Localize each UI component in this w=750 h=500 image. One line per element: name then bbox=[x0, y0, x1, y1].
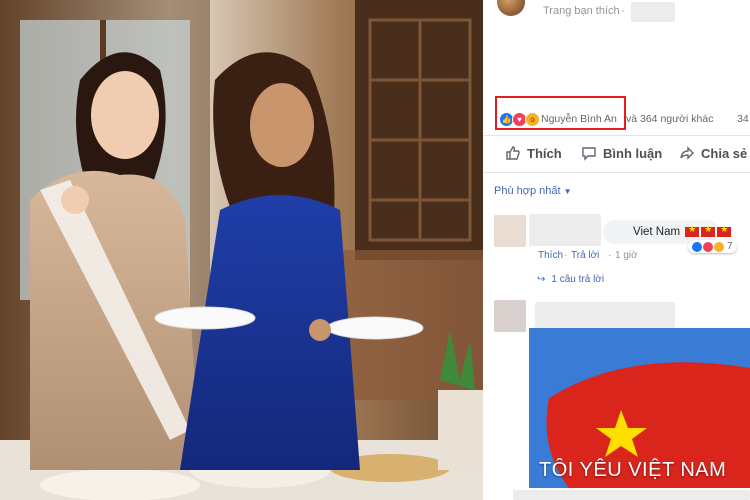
image-caption: TÔI YÊU VIỆT NAM bbox=[539, 459, 727, 481]
angry-reaction-icon bbox=[714, 241, 724, 252]
view-replies-label: 1 câu trả lời bbox=[551, 274, 605, 285]
event-photo bbox=[0, 0, 483, 500]
chevron-down-icon: ▼ bbox=[563, 187, 572, 196]
commenter-name-blurred bbox=[529, 214, 601, 246]
commenter-avatar-blurred[interactable] bbox=[494, 300, 526, 332]
comment-reply-link[interactable]: Trả lời bbox=[571, 250, 599, 261]
share-button-label: Chia sẻ bbox=[701, 145, 748, 161]
reaction-count-tail[interactable]: 34 bbox=[737, 113, 749, 125]
comment-action-icon bbox=[582, 147, 596, 161]
comment-button[interactable]: Bình luận bbox=[581, 145, 662, 161]
wow-reaction-icon: o bbox=[525, 112, 540, 127]
separator-dot: · bbox=[621, 5, 625, 17]
like-action-icon bbox=[506, 146, 520, 160]
page-avatar[interactable] bbox=[497, 0, 525, 16]
reaction-others[interactable]: và 364 người khác bbox=[626, 113, 713, 125]
comment-text-value: Viet Nam bbox=[633, 226, 681, 238]
reaction-name[interactable]: Nguyễn Bình An bbox=[541, 113, 617, 125]
divider bbox=[483, 172, 750, 173]
comment-sort-dropdown[interactable]: Phù hợp nhất ▼ bbox=[494, 185, 572, 197]
facebook-post-panel: Trang bạn thích · 👍 ♥ o Nguyễn Bình An v… bbox=[483, 0, 750, 500]
commenter-avatar-blurred[interactable] bbox=[494, 215, 526, 247]
like-reaction-icon bbox=[692, 241, 702, 252]
comment-reactions-badge[interactable]: 7 bbox=[688, 240, 737, 253]
separator-dot: · bbox=[564, 250, 568, 261]
next-comment-blurred bbox=[513, 490, 750, 500]
vietnam-flag-icon bbox=[717, 224, 732, 237]
commenter-name-blurred bbox=[535, 302, 675, 328]
comment-reaction-count: 7 bbox=[727, 241, 733, 252]
comment-timestamp: 1 giờ bbox=[615, 250, 638, 261]
blurred-header-info bbox=[631, 2, 675, 22]
divider bbox=[483, 135, 750, 136]
separator-dot: · bbox=[608, 250, 612, 261]
comment-sort-label: Phù hợp nhất bbox=[494, 185, 561, 197]
love-reaction-icon bbox=[703, 241, 713, 252]
share-button[interactable]: Chia sẻ bbox=[679, 145, 747, 161]
post-header-text: Trang bạn thích bbox=[543, 5, 620, 17]
reply-arrow-icon: ↪ bbox=[537, 274, 546, 285]
event-photo-illustration bbox=[0, 0, 483, 500]
comment-image[interactable]: TÔI YÊU VIỆT NAM bbox=[529, 328, 750, 488]
like-button-label: Thích bbox=[527, 145, 562, 161]
vietnam-flag-icon bbox=[701, 224, 716, 237]
comment-like-link[interactable]: Thích bbox=[538, 250, 563, 261]
vietnam-flag-icon bbox=[685, 224, 700, 237]
comment-button-label: Bình luận bbox=[603, 145, 663, 161]
view-replies-link[interactable]: ↪ 1 câu trả lời bbox=[537, 274, 604, 285]
share-action-icon bbox=[680, 146, 694, 160]
like-button[interactable]: Thích bbox=[505, 145, 562, 161]
comment-text: Viet Nam bbox=[633, 224, 732, 238]
